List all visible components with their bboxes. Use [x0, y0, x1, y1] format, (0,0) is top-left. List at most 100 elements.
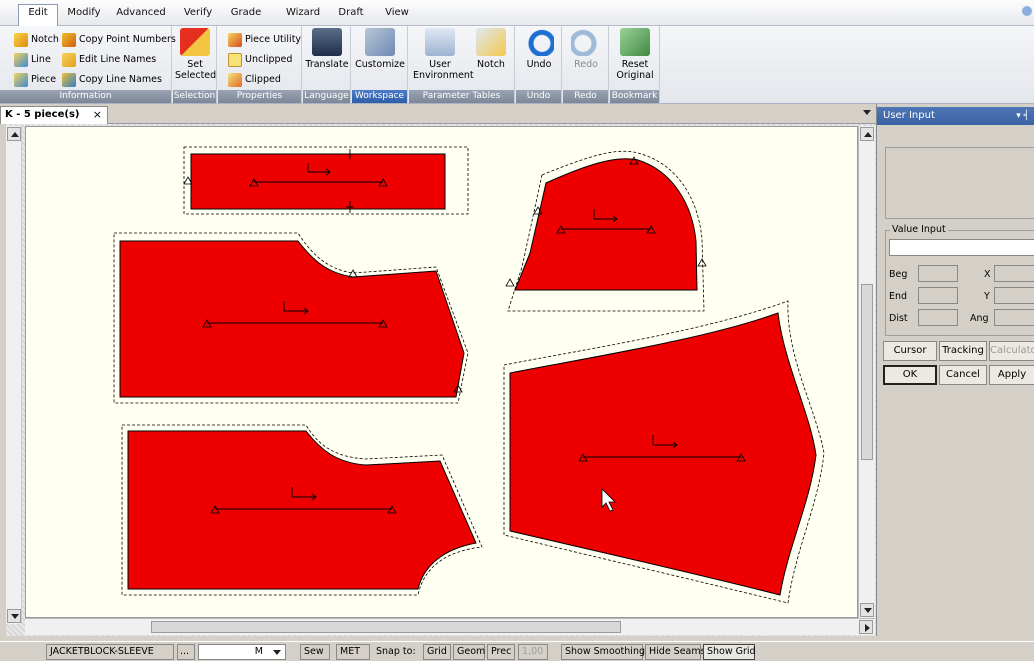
- group-label-parameter-tables: Parameter Tables: [409, 90, 514, 103]
- tab-grade[interactable]: Grade: [226, 5, 266, 23]
- precision-value-field[interactable]: 1,00: [518, 644, 548, 660]
- end-field[interactable]: [918, 287, 958, 304]
- show-smoothing-toggle[interactable]: Show Smoothing: [561, 644, 645, 660]
- x-field[interactable]: [994, 265, 1034, 282]
- group-label-language: Language: [303, 90, 350, 103]
- piece-utility-button[interactable]: Piece Utility: [228, 32, 301, 48]
- user-input-panel: User Input ▾ ╡ Value Input Beg X End Y D…: [876, 104, 1034, 636]
- calculator-button[interactable]: Calculato: [989, 341, 1034, 361]
- scroll-right-arrow-icon[interactable]: [859, 620, 873, 634]
- set-selected-button[interactable]: Set Selected: [175, 28, 216, 88]
- scroll-down-arrow-icon[interactable]: [860, 603, 874, 617]
- document-tab[interactable]: K - 5 piece(s) ×: [0, 106, 108, 124]
- scroll-down-arrow-icon[interactable]: [7, 609, 21, 623]
- undo-label: Undo: [526, 59, 552, 70]
- pattern-canvas[interactable]: [25, 126, 858, 618]
- piece-front-lower[interactable]: [121, 424, 483, 596]
- snap-geom-toggle[interactable]: Geom: [453, 644, 485, 660]
- line-label: Line: [31, 54, 51, 65]
- document-tab-title: K - 5 piece(s): [5, 109, 80, 120]
- tab-edit[interactable]: Edit: [18, 4, 58, 26]
- group-workspace: Customize Workspace: [352, 26, 408, 104]
- translate-button[interactable]: Translate: [305, 28, 349, 88]
- undo-button[interactable]: Undo: [518, 28, 560, 88]
- browse-button[interactable]: ...: [177, 644, 195, 660]
- redo-button[interactable]: Redo: [565, 28, 607, 88]
- menu-bar: Edit Modify Advanced Verify Grade Wizard…: [0, 0, 1034, 26]
- tab-modify[interactable]: Modify: [62, 5, 106, 23]
- unclipped-button[interactable]: Unclipped: [228, 52, 292, 68]
- help-icon[interactable]: [1022, 6, 1032, 16]
- unclipped-label: Unclipped: [245, 54, 293, 65]
- apply-button[interactable]: Apply: [989, 365, 1034, 385]
- edit-line-names-button[interactable]: Edit Line Names: [62, 52, 156, 68]
- customize-label: Customize: [355, 59, 405, 70]
- piece-info-button[interactable]: Piece: [14, 72, 56, 88]
- ok-button[interactable]: OK: [883, 365, 937, 385]
- tab-wizard[interactable]: Wizard: [280, 5, 326, 23]
- group-label-redo: Redo: [563, 90, 608, 103]
- group-selection: Set Selected Selection: [173, 26, 217, 104]
- piece-front-upper[interactable]: [113, 232, 469, 404]
- copy-line-names-button[interactable]: Copy Line Names: [62, 72, 162, 88]
- clipped-label: Clipped: [245, 74, 281, 85]
- tracking-button[interactable]: Tracking: [939, 341, 987, 361]
- dist-field[interactable]: [918, 309, 958, 326]
- clipped-button[interactable]: Clipped: [228, 72, 281, 88]
- beg-field[interactable]: [918, 265, 958, 282]
- copy-points-icon: [62, 33, 76, 47]
- ang-field[interactable]: [994, 309, 1034, 326]
- notch-info-button[interactable]: Notch: [14, 32, 59, 48]
- dist-label: Dist: [889, 313, 908, 324]
- group-label-undo: Undo: [516, 90, 561, 103]
- user-environment-button[interactable]: User Environment: [413, 28, 474, 88]
- horizontal-scroll-thumb[interactable]: [151, 621, 621, 633]
- tab-advanced[interactable]: Advanced: [112, 5, 170, 23]
- units-toggle[interactable]: MET: [336, 644, 370, 660]
- line-info-button[interactable]: Line: [14, 52, 51, 68]
- hide-seams-toggle[interactable]: Hide Seams: [645, 644, 706, 660]
- reset-original-label: Reset Original: [616, 59, 654, 81]
- piece-sleeve-cap[interactable]: [505, 150, 707, 312]
- close-icon[interactable]: ×: [93, 107, 102, 123]
- left-scrollbar[interactable]: [6, 126, 22, 624]
- customize-button[interactable]: Customize: [354, 28, 406, 88]
- group-undo: Undo Undo: [516, 26, 562, 104]
- y-field[interactable]: [994, 287, 1034, 304]
- notch-table-icon: [476, 28, 506, 56]
- snap-prec-toggle[interactable]: Prec: [487, 644, 515, 660]
- pin-icon[interactable]: ▾ ╡: [1016, 107, 1029, 125]
- notch-icon: [14, 33, 28, 47]
- y-label: Y: [984, 291, 990, 302]
- chevron-down-icon[interactable]: [863, 110, 871, 115]
- group-label-information: Information: [0, 90, 171, 103]
- tab-view[interactable]: View: [380, 5, 414, 23]
- edit-line-names-icon: [62, 53, 76, 67]
- group-bookmark: Reset Original Bookmark: [610, 26, 660, 104]
- sew-toggle[interactable]: Sew: [300, 644, 330, 660]
- clipped-icon: [228, 73, 242, 87]
- piece-sleeve[interactable]: [503, 300, 825, 604]
- cursor-button[interactable]: Cursor: [883, 341, 937, 361]
- snap-to-label: Snap to:: [376, 646, 416, 657]
- scroll-up-arrow-icon[interactable]: [860, 127, 874, 141]
- value-input-field[interactable]: [889, 239, 1034, 256]
- snap-grid-toggle[interactable]: Grid: [423, 644, 451, 660]
- show-grid-toggle[interactable]: Show Grid: [703, 644, 756, 660]
- notch-table-label: Notch: [477, 59, 505, 70]
- horizontal-scrollbar[interactable]: [25, 618, 875, 635]
- piece-collar[interactable]: [183, 146, 469, 215]
- vertical-scroll-thumb[interactable]: [861, 284, 873, 460]
- scroll-up-arrow-icon[interactable]: [7, 127, 21, 141]
- copy-point-numbers-button[interactable]: Copy Point Numbers: [62, 32, 176, 48]
- size-select[interactable]: M: [198, 644, 286, 660]
- tab-draft[interactable]: Draft: [334, 5, 368, 23]
- unclipped-icon: [228, 53, 242, 67]
- cancel-button[interactable]: Cancel: [939, 365, 987, 385]
- right-scrollbar[interactable]: [858, 126, 875, 618]
- tab-verify[interactable]: Verify: [178, 5, 218, 23]
- notch-table-button[interactable]: Notch: [471, 28, 511, 88]
- group-language: Translate Language: [303, 26, 351, 104]
- reset-original-button[interactable]: Reset Original: [612, 28, 658, 88]
- group-label-bookmark: Bookmark: [610, 90, 659, 103]
